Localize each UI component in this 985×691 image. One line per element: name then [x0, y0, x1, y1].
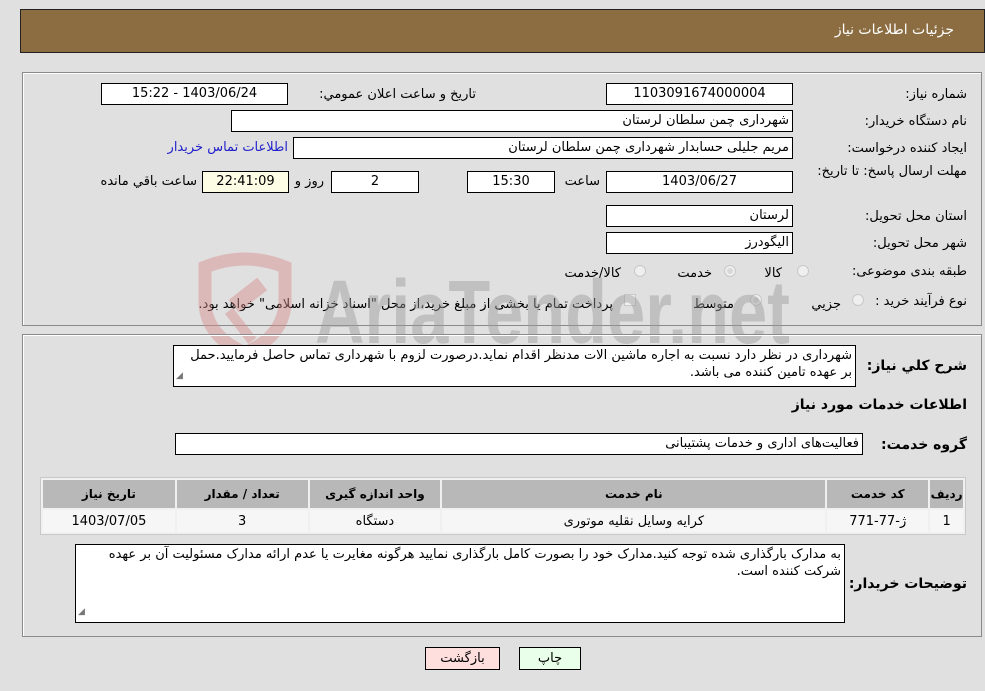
- service-group-label: گروه خدمت:: [881, 437, 967, 453]
- col-header-quantity: تعداد / مقدار: [176, 480, 308, 508]
- buyer-notes-label: توضيحات خريدار:: [848, 576, 967, 592]
- col-header-unit: واحد اندازه گيری: [309, 480, 441, 508]
- page-header: جزئیات اطلاعات نیاز: [20, 9, 985, 53]
- purchase-option-medium: متوسط: [693, 297, 734, 312]
- col-header-row-number: رديف: [930, 480, 963, 508]
- deadline-date-field: 1403/06/27: [606, 171, 793, 193]
- page-title: جزئیات اطلاعات نیاز: [834, 22, 954, 38]
- requester-label: ايجاد کننده درخواست:: [847, 141, 967, 156]
- purchase-radio-medium[interactable]: [750, 294, 762, 306]
- col-header-service-name: نام خدمت: [442, 480, 826, 508]
- category-radio-service[interactable]: [724, 265, 736, 277]
- purchase-option-minor: جزيي: [811, 297, 841, 312]
- time-remaining-field: 22:41:09: [202, 171, 289, 193]
- buyer-org-field: شهرداری چمن سلطان لرستان: [231, 110, 793, 132]
- services-section-title: اطلاعات خدمات مورد نياز: [791, 397, 967, 413]
- city-field: الیگودرز: [606, 232, 793, 254]
- col-header-need-date: تاريخ نياز: [43, 480, 175, 508]
- back-button[interactable]: بازگشت: [425, 647, 500, 670]
- need-number-label: شماره نیاز:: [905, 87, 967, 102]
- days-label: روز و: [294, 174, 324, 189]
- cell-row-number: 1: [930, 510, 963, 532]
- resize-grip-icon[interactable]: ◢: [176, 368, 183, 385]
- announce-datetime-label: تاریخ و ساعت اعلان عمومي:: [319, 87, 476, 102]
- buyer-notes-text: به مدارک بارگذاری شده توجه کنید.مدارک خو…: [108, 547, 841, 579]
- service-group-field: فعاليت‌های اداری و خدمات پشتيبانی: [175, 433, 863, 455]
- table-row: 1 ژ-77-771 کرایه وسایل نقلیه موتوری دستگ…: [43, 510, 963, 532]
- deadline-time-label: ساعت: [564, 174, 600, 189]
- deadline-label: مهلت ارسال پاسخ: تا تاريخ:: [817, 164, 967, 179]
- requester-field: مریم جلیلی حسابدار شهرداری چمن سلطان لرس…: [293, 137, 793, 159]
- cell-unit: دستگاه: [309, 510, 441, 532]
- treasury-checkbox-label: پرداخت تمام يا بخشی از مبلغ خريد،از محل …: [198, 297, 613, 312]
- category-label: طبقه بندی موضوعی:: [851, 264, 967, 279]
- category-option-service: خدمت: [677, 266, 712, 281]
- category-option-goods: کالا: [764, 266, 782, 281]
- col-header-service-code: کد خدمت: [827, 480, 929, 508]
- buyer-org-label: نام دستگاه خريدار:: [864, 114, 967, 129]
- purchase-radio-minor[interactable]: [852, 294, 864, 306]
- cell-need-date: 1403/07/05: [43, 510, 175, 532]
- description-textarea[interactable]: شهرداری در نظر دارد نسبت به اجاره ماشین …: [173, 345, 856, 387]
- table-header-row: رديف کد خدمت نام خدمت واحد اندازه گيری ت…: [43, 480, 963, 508]
- services-table: رديف کد خدمت نام خدمت واحد اندازه گيری ت…: [40, 477, 966, 535]
- city-label: شهر محل تحويل:: [872, 236, 967, 251]
- buyer-contact-link[interactable]: اطلاعات تماس خريدار: [168, 140, 288, 155]
- category-radio-goods-service[interactable]: [634, 265, 646, 277]
- print-button[interactable]: چاپ: [519, 647, 581, 670]
- province-field: لرستان: [606, 205, 793, 227]
- treasury-checkbox[interactable]: [624, 294, 636, 306]
- days-remaining-field: 2: [331, 171, 419, 193]
- need-number-field: 1103091674000004: [606, 83, 793, 105]
- purchase-type-label: نوع فرآيند خريد :: [875, 294, 967, 309]
- announce-datetime-field: 1403/06/24 - 15:22: [101, 83, 288, 105]
- resize-grip-icon[interactable]: ◢: [78, 604, 85, 621]
- cell-quantity: 3: [176, 510, 308, 532]
- buyer-notes-textarea[interactable]: به مدارک بارگذاری شده توجه کنید.مدارک خو…: [75, 544, 845, 623]
- cell-service-name: کرایه وسایل نقلیه موتوری: [442, 510, 826, 532]
- category-radio-goods[interactable]: [797, 265, 809, 277]
- cell-service-code: ژ-77-771: [827, 510, 929, 532]
- province-label: استان محل تحويل:: [865, 209, 967, 224]
- time-remaining-label: ساعت باقي مانده: [100, 174, 197, 189]
- description-text: شهرداری در نظر دارد نسبت به اجاره ماشین …: [190, 348, 852, 380]
- description-label: شرح کلي نياز:: [866, 358, 967, 374]
- deadline-time-field: 15:30: [467, 171, 555, 193]
- category-option-goods-service: کالا/خدمت: [564, 266, 621, 281]
